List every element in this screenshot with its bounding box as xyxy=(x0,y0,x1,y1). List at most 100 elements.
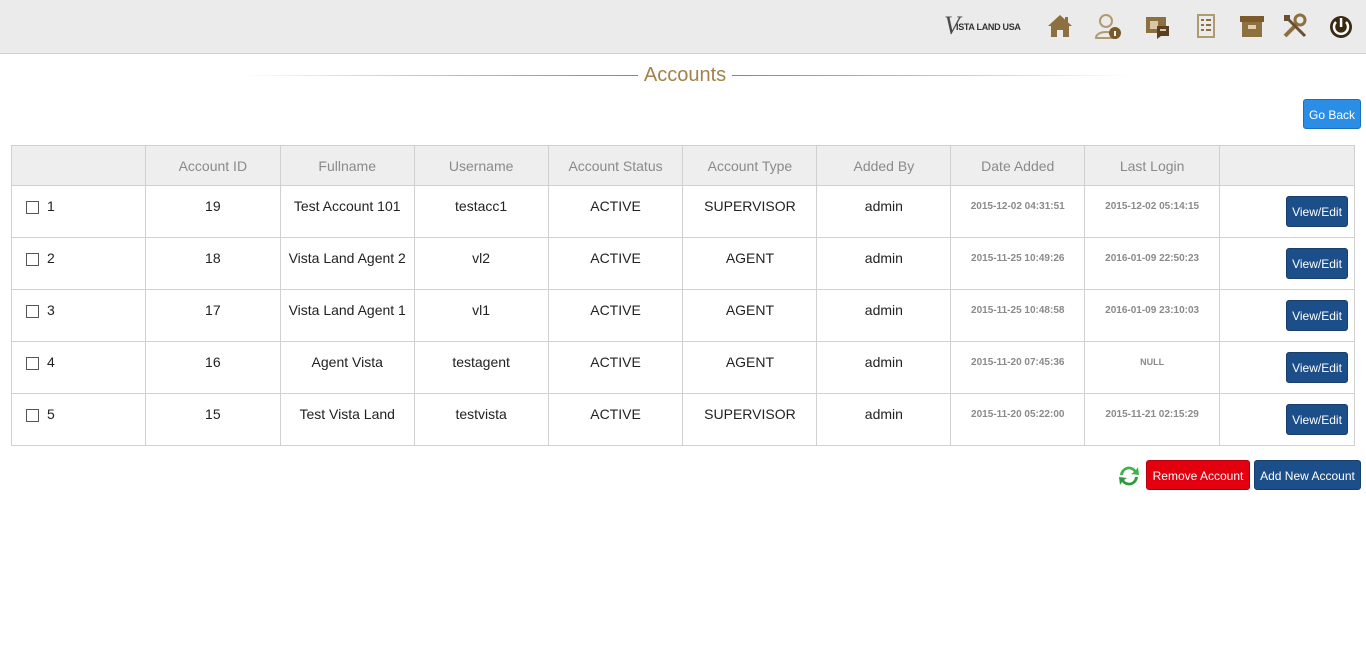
actions-cell: View/Edit xyxy=(1219,341,1355,394)
view-edit-button[interactable]: View/Edit xyxy=(1286,248,1348,279)
account-id-cell: 17 xyxy=(144,289,281,342)
logo-text: ISTA LAND USA xyxy=(956,22,1021,32)
tools-icon[interactable] xyxy=(1281,12,1309,40)
table-header-row: Account ID Fullname Username Account Sta… xyxy=(11,145,1355,186)
username-cell: vl2 xyxy=(413,237,549,290)
date-added-cell: 2015-11-25 10:48:58 xyxy=(950,289,1086,342)
id-card-icon[interactable] xyxy=(1143,12,1171,40)
row-select-cell: 4 xyxy=(11,341,146,394)
row-checkbox[interactable] xyxy=(26,201,39,214)
row-checkbox[interactable] xyxy=(26,305,39,318)
go-back-button[interactable]: Go Back xyxy=(1303,99,1361,129)
added-by-cell: admin xyxy=(816,341,952,394)
view-edit-button[interactable]: View/Edit xyxy=(1286,352,1348,383)
status-cell: ACTIVE xyxy=(547,341,684,394)
username-cell: testacc1 xyxy=(413,185,549,238)
row-number: 1 xyxy=(47,198,55,214)
account-id-cell: 15 xyxy=(144,393,281,446)
row-checkbox[interactable] xyxy=(26,253,39,266)
header-actions xyxy=(1219,145,1355,186)
last-login-cell: 2015-12-02 05:14:15 xyxy=(1084,185,1221,238)
page-title: Accounts xyxy=(643,64,727,86)
row-select-cell: 5 xyxy=(11,393,146,446)
header-added-by[interactable]: Added By xyxy=(816,145,952,186)
header-fullname[interactable]: Fullname xyxy=(279,145,415,186)
last-login-cell: NULL xyxy=(1084,341,1221,394)
type-cell: AGENT xyxy=(682,289,818,342)
header-account-type[interactable]: Account Type xyxy=(682,145,818,186)
page-title-wrapper: Accounts xyxy=(240,62,1130,88)
power-icon[interactable] xyxy=(1327,12,1355,40)
last-login-cell: 2016-01-09 23:10:03 xyxy=(1084,289,1221,342)
header-date-added[interactable]: Date Added xyxy=(950,145,1086,186)
accounts-table: Account ID Fullname Username Account Sta… xyxy=(11,145,1355,446)
home-icon[interactable] xyxy=(1046,12,1074,40)
header-last-login[interactable]: Last Login xyxy=(1084,145,1221,186)
fullname-cell: Test Account 101 xyxy=(279,185,415,238)
header-select xyxy=(11,145,146,186)
date-added-cell: 2015-11-20 05:22:00 xyxy=(950,393,1086,446)
user-info-icon[interactable] xyxy=(1094,12,1122,40)
top-navbar: V ISTA LAND USA xyxy=(0,0,1366,54)
row-select-cell: 2 xyxy=(11,237,146,290)
status-cell: ACTIVE xyxy=(547,289,684,342)
table-row: 3 17 Vista Land Agent 1 vl1 ACTIVE AGENT… xyxy=(11,289,1355,342)
actions-cell: View/Edit xyxy=(1219,237,1355,290)
added-by-cell: admin xyxy=(816,237,952,290)
row-number: 3 xyxy=(47,302,55,318)
account-id-cell: 19 xyxy=(144,185,281,238)
row-number: 4 xyxy=(47,354,55,370)
fullname-cell: Agent Vista xyxy=(279,341,415,394)
date-added-cell: 2015-11-25 10:49:26 xyxy=(950,237,1086,290)
username-cell: testvista xyxy=(413,393,549,446)
view-edit-button[interactable]: View/Edit xyxy=(1286,300,1348,331)
row-number: 5 xyxy=(47,406,55,422)
view-edit-button[interactable]: View/Edit xyxy=(1286,404,1348,435)
header-account-status[interactable]: Account Status xyxy=(547,145,684,186)
row-checkbox[interactable] xyxy=(26,409,39,422)
username-cell: vl1 xyxy=(413,289,549,342)
last-login-cell: 2015-11-21 02:15:29 xyxy=(1084,393,1221,446)
type-cell: SUPERVISOR xyxy=(682,393,818,446)
refresh-icon[interactable] xyxy=(1116,464,1142,488)
title-divider-right xyxy=(732,75,1130,76)
added-by-cell: admin xyxy=(816,393,952,446)
username-cell: testagent xyxy=(413,341,549,394)
remove-account-button[interactable]: Remove Account xyxy=(1146,460,1250,490)
last-login-cell: 2016-01-09 22:50:23 xyxy=(1084,237,1221,290)
list-icon[interactable] xyxy=(1192,12,1220,40)
add-new-account-button[interactable]: Add New Account xyxy=(1254,460,1361,490)
fullname-cell: Vista Land Agent 1 xyxy=(279,289,415,342)
view-edit-button[interactable]: View/Edit xyxy=(1286,196,1348,227)
table-row: 5 15 Test Vista Land testvista ACTIVE SU… xyxy=(11,393,1355,446)
archive-icon[interactable] xyxy=(1238,12,1266,40)
added-by-cell: admin xyxy=(816,185,952,238)
type-cell: AGENT xyxy=(682,237,818,290)
status-cell: ACTIVE xyxy=(547,393,684,446)
table-row: 1 19 Test Account 101 testacc1 ACTIVE SU… xyxy=(11,185,1355,238)
table-row: 2 18 Vista Land Agent 2 vl2 ACTIVE AGENT… xyxy=(11,237,1355,290)
actions-cell: View/Edit xyxy=(1219,185,1355,238)
actions-cell: View/Edit xyxy=(1219,289,1355,342)
row-checkbox[interactable] xyxy=(26,357,39,370)
added-by-cell: admin xyxy=(816,289,952,342)
fullname-cell: Vista Land Agent 2 xyxy=(279,237,415,290)
actions-cell: View/Edit xyxy=(1219,393,1355,446)
date-added-cell: 2015-12-02 04:31:51 xyxy=(950,185,1086,238)
header-username[interactable]: Username xyxy=(413,145,549,186)
vista-land-logo[interactable]: V ISTA LAND USA xyxy=(944,12,1026,40)
account-id-cell: 16 xyxy=(144,341,281,394)
status-cell: ACTIVE xyxy=(547,185,684,238)
row-number: 2 xyxy=(47,250,55,266)
header-account-id[interactable]: Account ID xyxy=(144,145,281,186)
row-select-cell: 1 xyxy=(11,185,146,238)
row-select-cell: 3 xyxy=(11,289,146,342)
type-cell: SUPERVISOR xyxy=(682,185,818,238)
account-id-cell: 18 xyxy=(144,237,281,290)
status-cell: ACTIVE xyxy=(547,237,684,290)
type-cell: AGENT xyxy=(682,341,818,394)
title-divider-left xyxy=(240,75,638,76)
table-row: 4 16 Agent Vista testagent ACTIVE AGENT … xyxy=(11,341,1355,394)
date-added-cell: 2015-11-20 07:45:36 xyxy=(950,341,1086,394)
fullname-cell: Test Vista Land xyxy=(279,393,415,446)
